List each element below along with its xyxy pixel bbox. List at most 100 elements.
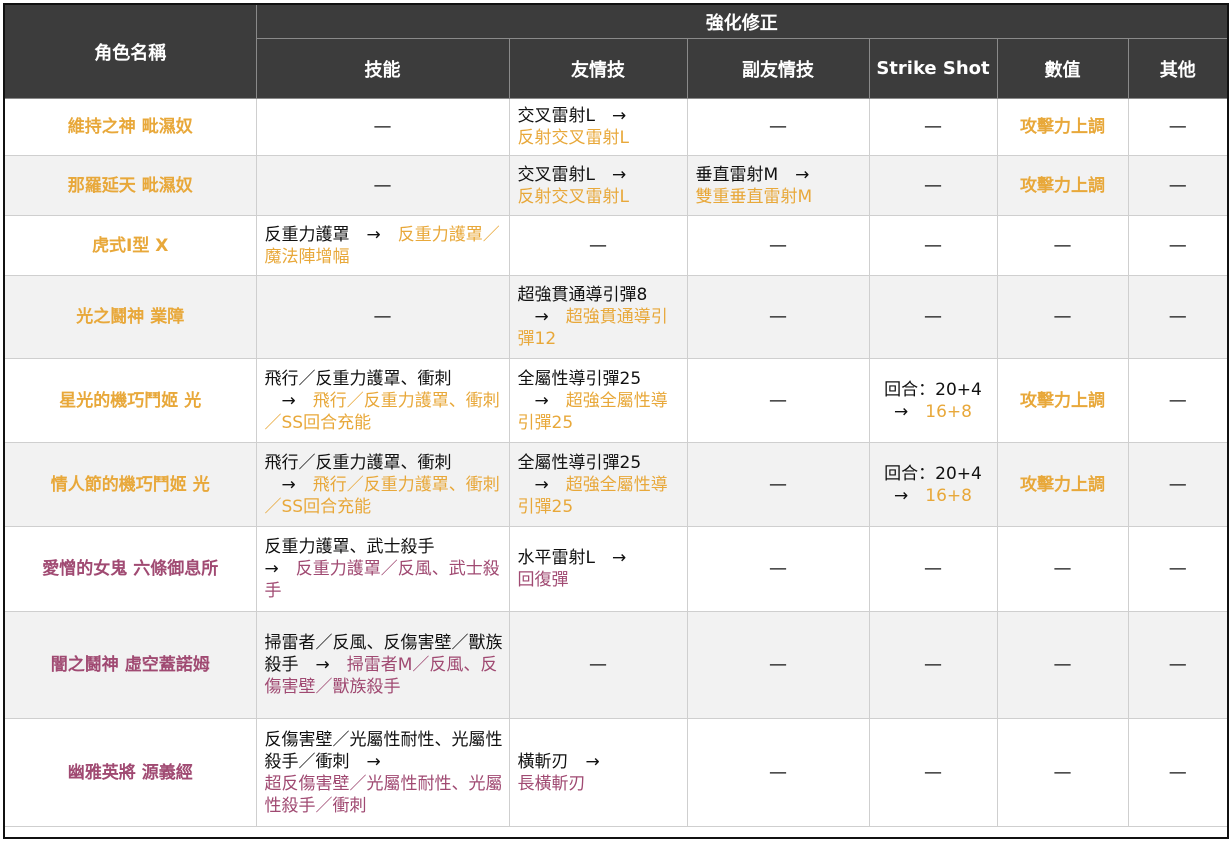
arrow: → [281,474,296,495]
empty-dash: — [589,654,607,675]
skill-before: 反傷害壁／光屬性耐性、光屬性殺手／衝刺 [264,729,503,772]
empty-dash: — [1053,761,1072,783]
strike-shot-after: 16+8 [925,485,972,506]
friend-skill-before: 水平雷射L → [517,548,627,568]
empty-dash: — [769,761,787,783]
empty-dash: — [769,116,787,137]
stat-change: 攻擊力上調 [997,155,1129,216]
table-row: 幽雅英將 源義經 反傷害壁／光屬性耐性、光屬性殺手／衝刺 → 超反傷害壁／光屬性耐… [5,718,1227,827]
friend-skill-before: 交叉雷射L → [517,106,627,126]
strike-shot-after: 16+8 [925,401,972,422]
strike-shot-before: 回合：20+4 [884,463,982,484]
skill-after: 飛行／反重力護罩、衝刺／SS回合充能 [264,390,500,433]
friend-skill-before: 超強貫通導引彈8 [517,285,648,305]
arrow: → [534,474,549,495]
friend-skill-before: 交叉雷射L → [517,164,627,185]
empty-dash: — [769,389,787,411]
table-row: 維持之神 毗濕奴 — 交叉雷射L → 反射交叉雷射L — — 攻擊力上調 — [5,98,1227,156]
table-frame: 角色名稱 強化修正 技能 友情技 副友情技 Strike Shot 數值 其他 … [3,3,1229,839]
empty-dash: — [924,234,942,256]
friend-skill-before: 全屬性導引彈25 [517,452,642,473]
table-row: 星光的機巧鬥姬 光 飛行／反重力護罩、衝刺 → 飛行／反重力護罩、衝刺／SS回合… [5,358,1227,443]
table-row: 愛憎的女鬼 六條御息所 反重力護罩、武士殺手 → 反重力護罩／反風、武士殺手 水平… [5,526,1227,612]
arrow: → [264,559,279,579]
table-row: 那羅延天 毗濕奴 — 交叉雷射L → 反射交叉雷射L 垂直雷射M → 雙重垂直雷射M… [5,155,1227,216]
stat-change: 攻擊力上調 [997,358,1129,443]
header-enhancement-group: 強化修正 [256,5,1227,39]
strike-shot-before: 回合：20+4 [884,379,982,400]
table-row: 光之鬪神 業障 — 超強貫通導引彈8 → 超強貫通導引彈12 — — — — [5,275,1227,359]
header-sub-friend-skill: 副友情技 [687,38,870,99]
character-name: 幽雅英將 源義經 [5,718,257,827]
arrow: → [894,401,909,422]
skill-before: 飛行／反重力護罩、衝刺 [264,368,452,389]
skill-after: 飛行／反重力護罩、衝刺／SS回合充能 [264,474,500,517]
header-stats: 數值 [997,38,1129,99]
empty-dash: — [1168,654,1187,675]
header-friend-skill: 友情技 [509,38,688,99]
empty-dash: — [373,116,392,137]
empty-dash: — [1168,174,1187,196]
empty-dash: — [924,174,942,196]
empty-dash: — [1053,558,1072,579]
empty-dash: — [589,234,607,256]
arrow: → [894,485,909,506]
arrow: → [281,390,296,411]
arrow: → [534,307,549,327]
empty-dash: — [1168,234,1187,256]
empty-dash: — [924,654,942,675]
empty-dash: — [924,558,942,579]
empty-dash: — [1168,306,1187,327]
header-skill: 技能 [256,38,510,99]
empty-dash: — [924,306,942,327]
empty-dash: — [1053,306,1072,327]
empty-dash: — [1168,389,1187,411]
skill-before: 飛行／反重力護罩、衝刺 [264,452,452,473]
empty-dash: — [769,558,787,579]
friend-skill-after: 回復彈 [517,570,569,590]
table-row: 虎式Ⅰ型 X 反重力護罩 → 反重力護罩／魔法陣增幅 — — — — — [5,215,1227,276]
friend-skill-before: 全屬性導引彈25 [517,368,642,389]
stat-change: 攻擊力上調 [997,98,1129,156]
arrow: → [534,390,549,411]
character-name: 闇之鬪神 虛空蓋諾姆 [5,611,257,719]
sub-friend-skill-after: 雙重垂直雷射M [695,186,813,207]
skill-before: 反重力護罩、武士殺手 [264,537,435,557]
empty-dash: — [769,654,787,675]
friend-skill-after: 反射交叉雷射L [517,128,629,148]
empty-dash: — [1168,558,1187,579]
empty-dash: — [1053,654,1072,675]
table-row: 闇之鬪神 虛空蓋諾姆 掃雷者／反風、反傷害壁／獸族殺手 → 掃雷者M／反風、反傷… [5,611,1227,719]
character-name: 愛憎的女鬼 六條御息所 [5,526,257,612]
empty-dash: — [924,116,942,137]
enhancement-table: 角色名稱 強化修正 技能 友情技 副友情技 Strike Shot 數值 其他 … [5,5,1227,827]
character-name: 情人節的機巧鬥姬 光 [5,442,257,527]
skill-after: 反重力護罩／反風、武士殺手 [264,559,500,601]
empty-dash: — [1168,761,1187,783]
empty-dash: — [769,306,787,327]
empty-dash: — [1168,116,1187,137]
arrow: → [366,751,381,772]
character-name: 星光的機巧鬥姬 光 [5,358,257,443]
character-name: 光之鬪神 業障 [5,275,257,359]
stat-change: 攻擊力上調 [997,442,1129,527]
empty-dash: — [373,306,392,327]
friend-skill-before: 橫斬刃 → [517,751,600,772]
header-strike-shot: Strike Shot [869,38,998,99]
sub-friend-skill-before: 垂直雷射M → [695,164,810,185]
empty-dash: — [1053,234,1072,256]
skill-after: 掃雷者M／反風、反傷害壁／獸族殺手 [264,655,498,697]
character-name: 那羅延天 毗濕奴 [5,155,257,216]
empty-dash: — [373,174,392,196]
header-other: 其他 [1128,38,1227,99]
skill-before: 反重力護罩 → [264,224,381,245]
friend-skill-after: 長橫斬刃 [517,773,586,794]
empty-dash: — [769,473,787,495]
friend-skill-after: 反射交叉雷射L [517,186,629,207]
header-character-name: 角色名稱 [5,5,257,99]
character-name: 虎式Ⅰ型 X [5,215,257,276]
arrow: → [315,655,330,675]
empty-dash: — [1168,473,1187,495]
skill-after: 超反傷害壁／光屬性耐性、光屬性殺手／衝刺 [264,773,503,816]
character-name: 維持之神 毗濕奴 [5,98,257,156]
